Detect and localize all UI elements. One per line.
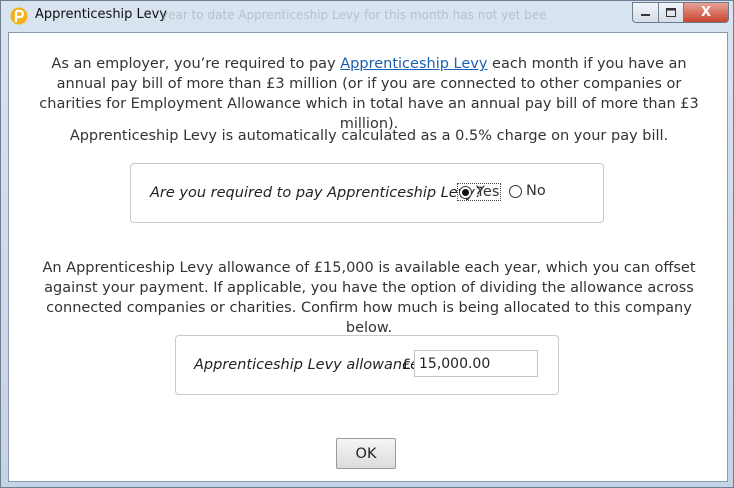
yes-radio-button[interactable] <box>459 185 472 199</box>
levy-question-label: Are you required to pay Apprenticeship L… <box>150 185 483 201</box>
allowance-amount-input[interactable] <box>414 350 538 377</box>
allowance-group: Apprenticeship Levy allowance £ <box>175 335 559 395</box>
apprenticeship-levy-link[interactable]: Apprenticeship Levy <box>340 56 487 72</box>
yes-radio-label[interactable]: Yes <box>476 184 499 200</box>
close-icon: X <box>700 5 712 20</box>
title-bar[interactable]: Apprenticeship Levy year to date Apprent… <box>1 1 733 31</box>
app-logo-icon <box>10 7 28 25</box>
maximize-button[interactable] <box>659 2 684 23</box>
minimize-icon <box>641 13 650 16</box>
no-radio-button[interactable] <box>509 184 522 198</box>
window-controls: X <box>632 2 729 23</box>
calculation-text: Apprenticeship Levy is automatically cal… <box>69 128 669 144</box>
intro-text: As an employer, you’re required to pay A… <box>29 54 709 134</box>
dialog-window: Apprenticeship Levy year to date Apprent… <box>0 0 734 488</box>
close-button[interactable]: X <box>684 2 729 23</box>
currency-symbol: £ <box>402 357 412 373</box>
yes-radio-option[interactable]: Yes <box>457 183 502 201</box>
allowance-label: Apprenticeship Levy allowance <box>194 357 420 373</box>
levy-question-group: Are you required to pay Apprenticeship L… <box>130 163 604 223</box>
no-radio-option[interactable]: No <box>509 183 546 199</box>
dialog-content: As an employer, you’re required to pay A… <box>8 32 728 482</box>
ok-button[interactable]: OK <box>336 438 396 469</box>
maximize-icon <box>666 8 676 17</box>
minimize-button[interactable] <box>632 2 659 23</box>
intro-prefix: As an employer, you’re required to pay <box>51 56 341 72</box>
no-radio-label[interactable]: No <box>526 183 546 199</box>
background-window-text: year to date Apprenticeship Levy for thi… <box>161 8 547 22</box>
window-title: Apprenticeship Levy <box>35 7 167 22</box>
allowance-description: An Apprenticeship Levy allowance of £15,… <box>42 260 696 336</box>
